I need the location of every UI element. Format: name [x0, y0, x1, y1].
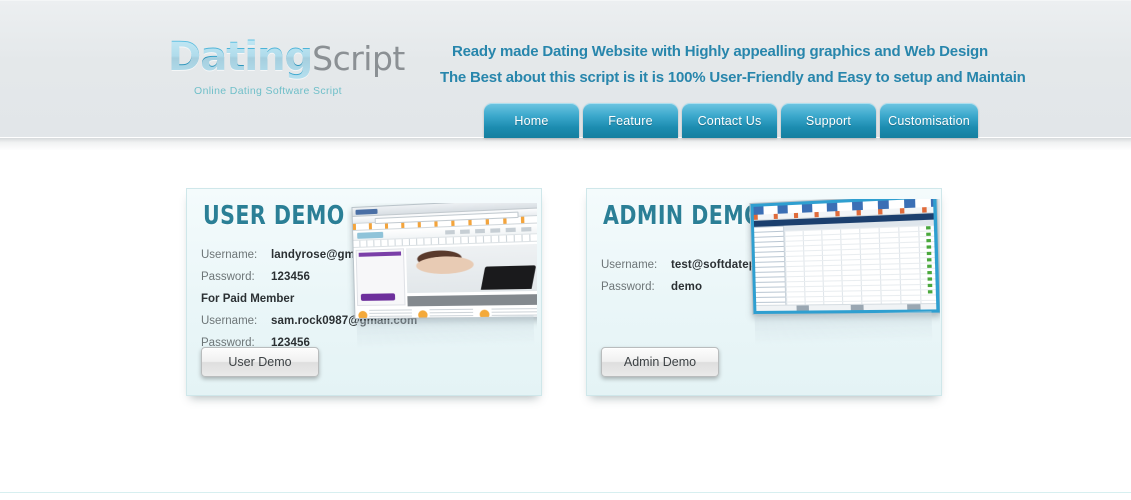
logo-word-dating: Dating	[168, 34, 313, 80]
page-root: DatingScript Online Dating Software Scri…	[0, 0, 1131, 500]
admin-username-label: Username:	[601, 259, 658, 271]
logo-word-script: Script	[312, 39, 405, 78]
admin-demo-title: ADMIN DEMO	[603, 201, 763, 231]
screenshot-reflection	[356, 315, 535, 349]
nav-item-home[interactable]: Home	[484, 103, 579, 138]
admin-demo-screenshot	[745, 199, 940, 349]
admin-panel-mockup	[753, 199, 937, 311]
admin-password-value: demo	[671, 281, 703, 293]
password-value: 123456	[271, 271, 310, 283]
nav-item-customisation[interactable]: Customisation	[880, 103, 978, 138]
browser-mockup-user	[351, 203, 537, 320]
hero-photo	[406, 243, 537, 294]
admin-password-label: Password:	[601, 281, 655, 293]
feature-item	[355, 307, 415, 319]
admin-data-table	[784, 219, 937, 305]
main-navigation: Home Feature Contact Us Support Customis…	[484, 103, 978, 138]
username-label: Username:	[201, 249, 258, 261]
hero-caption	[407, 294, 537, 307]
user-demo-title: USER DEMO	[203, 201, 345, 231]
site-hero	[353, 241, 537, 308]
nav-item-support[interactable]: Support	[781, 103, 876, 138]
password-label: Password:	[201, 271, 255, 283]
nav-item-feature[interactable]: Feature	[583, 103, 678, 138]
user-demo-button[interactable]: User Demo	[201, 347, 319, 377]
main-content: USER DEMO Username: landyrose@gmail.com …	[0, 150, 1131, 492]
nav-item-contact-us[interactable]: Contact Us	[682, 103, 777, 138]
admin-body	[754, 219, 937, 305]
screenshot-reflection	[754, 311, 933, 345]
paid-member-heading: For Paid Member	[201, 293, 295, 305]
quick-search-box	[355, 248, 406, 306]
tagline-line-2: The Best about this script is it is 100%…	[440, 69, 1026, 86]
admin-demo-button[interactable]: Admin Demo	[601, 347, 719, 377]
footer-divider	[0, 492, 1131, 493]
browser-mockup-admin	[749, 199, 940, 316]
admin-footer-buttons	[756, 302, 937, 311]
header-tagline: Ready made Dating Website with Highly ap…	[440, 39, 1026, 91]
admin-sidebar	[754, 225, 787, 305]
site-header: DatingScript Online Dating Software Scri…	[0, 0, 1131, 151]
site-logo[interactable]: DatingScript Online Dating Software Scri…	[168, 34, 405, 97]
tagline-line-1: Ready made Dating Website with Highly ap…	[452, 43, 988, 60]
paid-username-label: Username:	[201, 315, 258, 327]
logo-subtitle: Online Dating Software Script	[194, 85, 342, 97]
admin-demo-panel: ADMIN DEMO Username: test@softdatepro.co…	[586, 188, 942, 396]
logo-text: DatingScript	[168, 34, 405, 80]
user-demo-panel: USER DEMO Username: landyrose@gmail.com …	[186, 188, 542, 396]
user-demo-screenshot	[347, 203, 537, 353]
